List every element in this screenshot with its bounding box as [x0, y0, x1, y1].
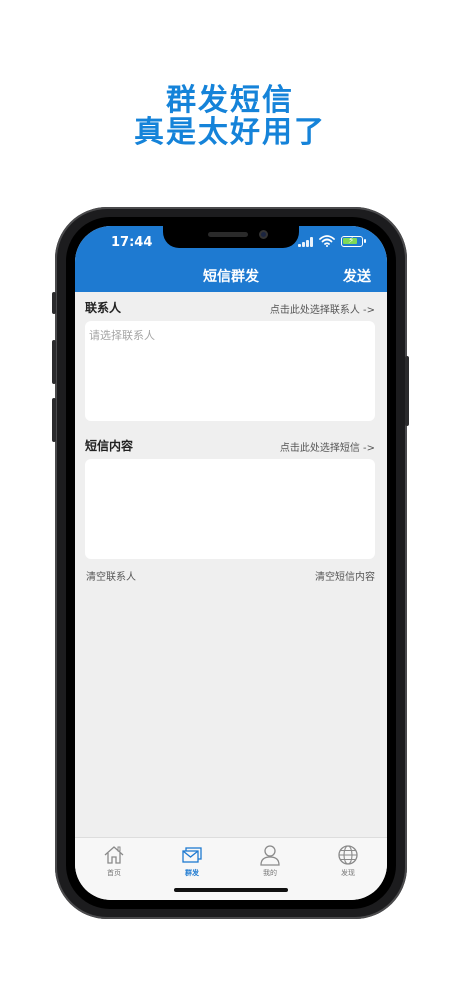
contacts-input[interactable]: 请选择联系人 [85, 321, 375, 421]
clear-message-button[interactable]: 清空短信内容 [315, 568, 375, 583]
tab-group-send-label: 群发 [185, 869, 199, 877]
speaker-grille [208, 232, 248, 237]
page-title: 短信群发 [203, 269, 259, 285]
tab-profile-label: 我的 [263, 869, 277, 877]
volume-down-button [52, 398, 56, 442]
tab-discover[interactable]: 发现 [309, 844, 387, 878]
silent-switch [52, 292, 56, 314]
signal-icon [298, 236, 313, 247]
status-time: 17:44 [111, 235, 153, 250]
tab-profile[interactable]: 我的 [231, 844, 309, 878]
select-message-link[interactable]: 点击此处选择短信 -> [280, 439, 375, 454]
promo-headline-line2: 真是太好用了 [134, 115, 326, 150]
volume-up-button [52, 340, 56, 384]
phone-screen: 17:44 ⚡ 短信群发 发送 联系人 点击此处选择联系人 -> 请选择联系人 … [75, 226, 387, 900]
person-icon [260, 845, 280, 866]
tab-group-send[interactable]: 群发 [153, 844, 231, 878]
select-contacts-link[interactable]: 点击此处选择联系人 -> [270, 301, 375, 316]
promo-headline-line1: 群发短信 [166, 83, 294, 118]
send-button[interactable]: 发送 [343, 266, 371, 286]
notch [163, 226, 299, 248]
power-button [405, 356, 409, 426]
battery-icon: ⚡ [341, 235, 366, 247]
wifi-icon [319, 235, 335, 247]
tab-discover-label: 发现 [341, 869, 355, 877]
status-icons: ⚡ [298, 235, 366, 247]
home-icon [104, 846, 124, 864]
tab-home[interactable]: 首页 [75, 844, 153, 878]
contacts-label: 联系人 [85, 301, 122, 315]
charging-icon: ⚡ [348, 235, 355, 246]
globe-icon [338, 845, 358, 865]
clear-contacts-button[interactable]: 清空联系人 [86, 568, 136, 583]
message-label: 短信内容 [85, 439, 134, 453]
mail-icon [182, 847, 202, 863]
front-camera [259, 230, 268, 239]
message-input[interactable] [85, 459, 375, 559]
tab-home-label: 首页 [107, 869, 121, 877]
home-indicator [174, 888, 288, 892]
